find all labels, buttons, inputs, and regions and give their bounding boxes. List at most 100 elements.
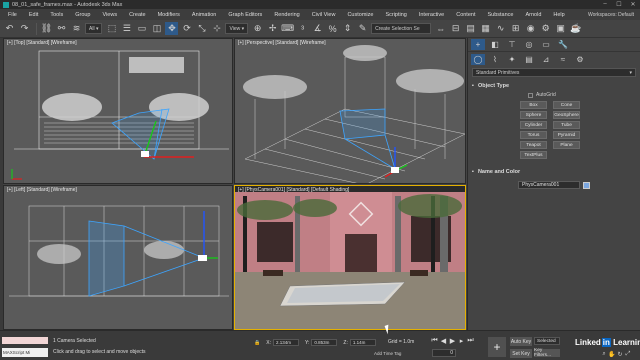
bind-space-warp-icon[interactable]: ≋	[70, 22, 83, 35]
maxscript-mini-listener[interactable]: MAXScript Mi	[2, 348, 48, 357]
geometry-icon[interactable]: ◯	[471, 53, 485, 65]
shapes-icon[interactable]: ⌇	[488, 54, 502, 65]
menu-rendering[interactable]: Rendering	[268, 12, 305, 18]
menu-civil-view[interactable]: Civil View	[306, 12, 342, 18]
edit-named-selection-icon[interactable]: ✎	[356, 22, 369, 35]
menu-edit[interactable]: Edit	[23, 12, 44, 18]
next-frame-icon[interactable]: ▸	[457, 337, 466, 345]
hierarchy-tab-icon[interactable]: ⊤	[505, 39, 519, 50]
menu-content[interactable]: Content	[450, 12, 481, 18]
unlink-icon[interactable]: ⚯	[55, 22, 68, 35]
x-coordinate-field[interactable]: 2.134m	[272, 339, 299, 346]
select-scale-icon[interactable]: ⤡	[195, 22, 208, 35]
undo-icon[interactable]: ↶	[3, 22, 16, 35]
key-filters-button[interactable]: Key Filters...	[534, 348, 560, 358]
viewport-perspective[interactable]: [+] [Perspective] [Standard] [Wireframe]	[234, 38, 466, 184]
schematic-view-icon[interactable]: ⊞	[509, 22, 522, 35]
minimize-icon[interactable]: –	[598, 1, 612, 8]
percent-snap-icon[interactable]: %	[326, 22, 339, 35]
helpers-icon[interactable]: ⊿	[539, 54, 553, 65]
object-type-rollout[interactable]: ▪ Object Type	[472, 81, 636, 90]
lock-selection-icon[interactable]: 🔒	[254, 340, 260, 346]
play-icon[interactable]: ▶	[448, 337, 457, 345]
menu-file[interactable]: File	[2, 12, 23, 18]
menu-substance[interactable]: Substance	[481, 12, 519, 18]
name-color-rollout[interactable]: ▪ Name and Color	[472, 167, 636, 176]
pan-icon[interactable]: ✋	[608, 351, 616, 358]
box-button[interactable]: Box	[520, 101, 547, 109]
keyboard-shortcut-icon[interactable]: ⌨	[281, 22, 294, 35]
systems-icon[interactable]: ⚙	[573, 54, 587, 65]
named-selection-dropdown[interactable]: Create Selection Se	[371, 23, 432, 34]
render-production-icon[interactable]: ☕	[569, 22, 582, 35]
menu-graph-editors[interactable]: Graph Editors	[222, 12, 268, 18]
angle-snap-icon[interactable]: ∡	[311, 22, 324, 35]
orbit-icon[interactable]: ↻	[616, 351, 624, 358]
rectangular-selection-icon[interactable]: ▭	[135, 22, 148, 35]
maximize-icon[interactable]: ☐	[612, 1, 626, 8]
plane-button[interactable]: Plane	[553, 141, 580, 149]
auto-key-button[interactable]: Auto Key	[510, 337, 532, 346]
cameras-icon[interactable]: ▤	[522, 54, 536, 65]
textplus-button[interactable]: TextPlus	[520, 151, 547, 159]
select-move-icon[interactable]: ✥	[165, 22, 179, 35]
go-to-end-icon[interactable]: ⏭	[466, 337, 475, 345]
menu-customize[interactable]: Customize	[341, 12, 379, 18]
snaps-toggle-icon[interactable]: ³	[296, 22, 309, 35]
menu-help[interactable]: Help	[547, 12, 570, 18]
utilities-tab-icon[interactable]: 🔧	[556, 39, 570, 50]
sphere-button[interactable]: Sphere	[520, 111, 547, 119]
zoom-icon[interactable]: ⌕	[600, 351, 608, 358]
menu-animation[interactable]: Animation	[186, 12, 222, 18]
object-color-swatch[interactable]	[583, 181, 590, 189]
close-icon[interactable]: ✕	[626, 1, 640, 8]
select-rotate-icon[interactable]: ⟳	[180, 22, 193, 35]
mirror-icon[interactable]: ⇔	[434, 22, 447, 35]
select-object-icon[interactable]: ⬚	[105, 22, 118, 35]
menu-group[interactable]: Group	[69, 12, 96, 18]
selection-filter-dropdown[interactable]: All ▾	[85, 23, 103, 34]
lights-icon[interactable]: ✦	[505, 54, 519, 65]
teapot-button[interactable]: Teapot	[520, 141, 547, 149]
pyramid-button[interactable]: Pyramid	[553, 131, 580, 139]
space-warps-icon[interactable]: ≈	[556, 54, 570, 65]
reference-coordinate-dropdown[interactable]: View ▾	[225, 23, 249, 34]
y-coordinate-field[interactable]: 0.853m	[311, 339, 338, 346]
maximize-viewport-icon[interactable]: ⤢	[624, 351, 632, 358]
select-by-name-icon[interactable]: ☰	[120, 22, 133, 35]
modify-tab-icon[interactable]: ◧	[488, 39, 502, 50]
viewport-label[interactable]: [+] [PhysCamera001] [Standard] [Default …	[238, 187, 349, 193]
viewport-left[interactable]: [+] [Left] [Standard] [Wireframe]	[3, 185, 233, 330]
scene-explorer-icon[interactable]: ▦	[479, 22, 492, 35]
menu-create[interactable]: Create	[123, 12, 152, 18]
current-frame-field[interactable]: 0	[432, 349, 456, 357]
menu-tools[interactable]: Tools	[44, 12, 69, 18]
menu-interactive[interactable]: Interactive	[413, 12, 450, 18]
torus-button[interactable]: Torus	[520, 131, 547, 139]
workspaces-selector[interactable]: Workspaces: Default	[588, 12, 640, 18]
previous-frame-icon[interactable]: ◀	[439, 337, 448, 345]
geosphere-button[interactable]: GeoSphere	[553, 111, 580, 119]
window-crossing-icon[interactable]: ◫	[150, 22, 163, 35]
select-manipulate-icon[interactable]: ✢	[266, 22, 279, 35]
primitive-category-dropdown[interactable]: Standard Primitives ▾	[472, 68, 636, 77]
link-icon[interactable]: ⛓	[40, 22, 53, 35]
z-coordinate-field[interactable]: 1.14m	[349, 339, 376, 346]
set-keys-icon[interactable]: +	[488, 337, 506, 357]
menu-views[interactable]: Views	[97, 12, 124, 18]
placement-icon[interactable]: ⊹	[210, 22, 223, 35]
menu-modifiers[interactable]: Modifiers	[152, 12, 186, 18]
pivot-center-icon[interactable]: ⊕	[251, 22, 264, 35]
material-editor-icon[interactable]: ◉	[524, 22, 537, 35]
tube-button[interactable]: Tube	[553, 121, 580, 129]
render-setup-icon[interactable]: ⚙	[539, 22, 552, 35]
viewport-label[interactable]: [+] [Left] [Standard] [Wireframe]	[7, 187, 77, 193]
autogrid-checkbox[interactable]: AutoGrid	[528, 92, 640, 98]
key-selection-dropdown[interactable]: Selected	[534, 337, 560, 345]
add-time-tag[interactable]: Add Time Tag	[374, 351, 401, 356]
viewport-label[interactable]: [+] [Top] [Standard] [Wireframe]	[7, 40, 77, 46]
cone-button[interactable]: Cone	[553, 101, 580, 109]
menu-scripting[interactable]: Scripting	[379, 12, 412, 18]
menu-arnold[interactable]: Arnold	[519, 12, 547, 18]
viewport-camera[interactable]: [+] [PhysCamera001] [Standard] [Default …	[234, 185, 466, 330]
